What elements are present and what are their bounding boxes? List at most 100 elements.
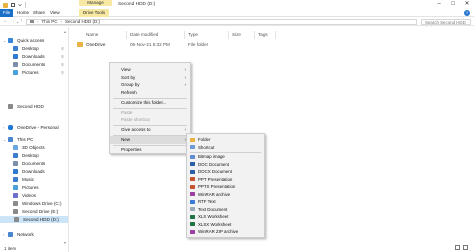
menu-item-paste: Paste bbox=[121, 109, 133, 115]
column-date-modified[interactable]: Date modified bbox=[130, 32, 158, 37]
menu-item-label: RTF Text bbox=[198, 199, 216, 204]
submenu-item-docx[interactable]: DOCX Document bbox=[187, 168, 264, 176]
sidebar-item-desktop[interactable]: Desktop bbox=[13, 45, 39, 52]
submenu-item-xlsx[interactable]: XLSX Worksheet bbox=[187, 221, 264, 229]
chevron-right-icon[interactable]: › bbox=[3, 232, 4, 237]
submenu-arrow-icon: › bbox=[184, 67, 187, 72]
sidebar-item-documents-pc[interactable]: Documents bbox=[13, 160, 45, 167]
submenu-item-shortcut[interactable]: Shortcut bbox=[187, 144, 264, 152]
sidebar-item-label: Documents bbox=[22, 161, 46, 166]
address-bar[interactable]: › This PC › Second HDD (D:) bbox=[26, 18, 417, 25]
recent-locations-icon[interactable]: ⌄ bbox=[16, 19, 19, 24]
menu-item-customize-folder[interactable]: Customize this folder... bbox=[110, 99, 190, 107]
sidebar-item-second-hdd-selected[interactable]: Second HDD (D:) bbox=[0, 216, 68, 223]
column-divider[interactable] bbox=[254, 31, 255, 39]
sidebar-item-second-hdd[interactable]: Second HDD bbox=[8, 103, 44, 110]
sidebar-item-onedrive[interactable]: OneDrive - Personal bbox=[8, 124, 59, 131]
column-name[interactable]: Name bbox=[86, 32, 98, 37]
column-type[interactable]: Type bbox=[188, 32, 198, 37]
network-icon bbox=[8, 232, 13, 237]
breadcrumb-second-hdd[interactable]: Second HDD (D:) bbox=[65, 19, 100, 24]
column-divider[interactable] bbox=[184, 31, 185, 39]
sidebar-item-music[interactable]: Music bbox=[13, 176, 34, 183]
column-size[interactable]: Size bbox=[232, 32, 241, 37]
drive-icon bbox=[14, 217, 19, 222]
column-divider[interactable] bbox=[228, 31, 229, 39]
sidebar-item-videos[interactable]: Videos bbox=[13, 192, 36, 199]
tab-view[interactable]: View bbox=[50, 9, 60, 17]
sidebar-item-label: Videos bbox=[22, 193, 36, 198]
up-arrow-icon[interactable]: ↑ bbox=[20, 18, 23, 24]
menu-item-label: XLS Worksheet bbox=[198, 214, 229, 219]
file-name: OneDrive bbox=[86, 42, 106, 47]
menu-item-refresh[interactable]: Refresh bbox=[110, 89, 190, 97]
column-tags[interactable]: Tags bbox=[258, 32, 268, 37]
menu-item-new[interactable]: New› bbox=[110, 136, 190, 144]
download-icon bbox=[13, 169, 18, 174]
close-button[interactable]: ✕ bbox=[460, 0, 474, 9]
tab-home[interactable]: Home bbox=[17, 9, 29, 17]
menu-item-sort-by[interactable]: Sort by › bbox=[110, 74, 190, 82]
submenu-item-bitmap[interactable]: Bitmap image bbox=[187, 153, 264, 161]
submenu-item-doc[interactable]: DOC Document bbox=[187, 161, 264, 169]
menu-item-label: Text Document bbox=[198, 206, 228, 212]
tab-drive-tools[interactable]: Drive Tools bbox=[79, 9, 110, 17]
column-divider[interactable] bbox=[126, 31, 127, 39]
chevron-down-icon[interactable]: ⌄ bbox=[3, 38, 6, 43]
sidebar-item-downloads-pc[interactable]: Downloads bbox=[13, 168, 45, 175]
details-view-icon[interactable] bbox=[455, 245, 460, 250]
sidebar-item-pictures[interactable]: Pictures bbox=[13, 69, 39, 76]
submenu-item-folder[interactable]: Folder bbox=[187, 136, 264, 144]
desktop-icon bbox=[13, 46, 18, 51]
item-count: 1 item bbox=[4, 246, 17, 251]
sidebar-item-label: Windows Drive (C:) bbox=[22, 201, 62, 206]
sidebar-item-this-pc[interactable]: This PC bbox=[8, 136, 33, 143]
chevron-right-icon[interactable]: › bbox=[3, 125, 4, 130]
menu-item-group-by[interactable]: Group by › bbox=[110, 81, 190, 89]
customize-quick-access-icon[interactable] bbox=[18, 3, 22, 7]
sidebar-item-downloads[interactable]: Downloads bbox=[13, 53, 45, 60]
breadcrumb-this-pc[interactable]: This PC bbox=[42, 19, 58, 24]
maximize-button[interactable]: □ bbox=[446, 0, 460, 9]
sidebar-item-documents[interactable]: Documents bbox=[13, 61, 45, 68]
sidebar-item-desktop-pc[interactable]: Desktop bbox=[13, 152, 39, 159]
menu-item-label: DOC Document bbox=[198, 161, 229, 167]
forward-arrow-icon[interactable]: → bbox=[10, 18, 15, 24]
pin-icon: ⚲ bbox=[61, 46, 64, 51]
doc-icon bbox=[190, 162, 195, 167]
table-row[interactable]: OneDrive bbox=[77, 41, 105, 48]
minimize-button[interactable]: – bbox=[432, 0, 446, 9]
sidebar-item-quick-access[interactable]: Quick access bbox=[8, 37, 44, 44]
text-document-icon bbox=[190, 207, 195, 212]
properties-check-icon[interactable] bbox=[11, 3, 15, 7]
submenu-item-xls[interactable]: XLS Worksheet bbox=[187, 213, 264, 221]
cloud-icon bbox=[8, 125, 13, 130]
search-input[interactable]: Search Second HDD (D:) bbox=[421, 18, 471, 31]
tab-file[interactable]: File bbox=[0, 9, 13, 17]
large-icons-view-icon[interactable] bbox=[463, 245, 468, 250]
submenu-item-text-document[interactable]: Text Document bbox=[187, 206, 264, 214]
submenu-item-pptx[interactable]: PPTX Presentation bbox=[187, 183, 264, 191]
drive-icon bbox=[8, 104, 13, 109]
menu-item-view[interactable]: View › bbox=[110, 66, 190, 74]
chevron-down-icon[interactable]: ⌄ bbox=[3, 137, 6, 142]
submenu-item-ppt[interactable]: PPT Presentation bbox=[187, 176, 264, 184]
sidebar-item-network[interactable]: Network bbox=[8, 231, 34, 238]
help-icon[interactable]: ? bbox=[464, 10, 470, 16]
sidebar-item-label: Pictures bbox=[22, 70, 39, 75]
tab-share[interactable]: Share bbox=[33, 9, 45, 17]
sidebar-item-3d-objects[interactable]: 3D Objects bbox=[13, 144, 45, 151]
submenu-item-winrar-zip[interactable]: WinRAR ZIP archive bbox=[187, 228, 264, 236]
menu-item-paste-shortcut: Paste shortcut bbox=[121, 117, 150, 122]
scroll-up-icon[interactable]: ▴ bbox=[64, 29, 66, 34]
menu-item-give-access-to[interactable]: Give access to › bbox=[110, 126, 190, 134]
sidebar-item-windows-drive[interactable]: Windows Drive (C:) bbox=[13, 200, 62, 207]
submenu-item-rtf[interactable]: RTF Text bbox=[187, 198, 264, 206]
back-arrow-icon[interactable]: ← bbox=[3, 18, 8, 24]
sidebar-item-pictures-pc[interactable]: Pictures bbox=[13, 184, 39, 191]
manage-contextual-tab[interactable]: Manage bbox=[79, 0, 112, 6]
sidebar-item-second-drive[interactable]: Second Drive (E:) bbox=[13, 208, 58, 215]
menu-item-properties[interactable]: Properties bbox=[110, 146, 190, 154]
column-divider[interactable] bbox=[275, 31, 276, 39]
submenu-item-winrar[interactable]: WinRAR archive bbox=[187, 191, 264, 199]
